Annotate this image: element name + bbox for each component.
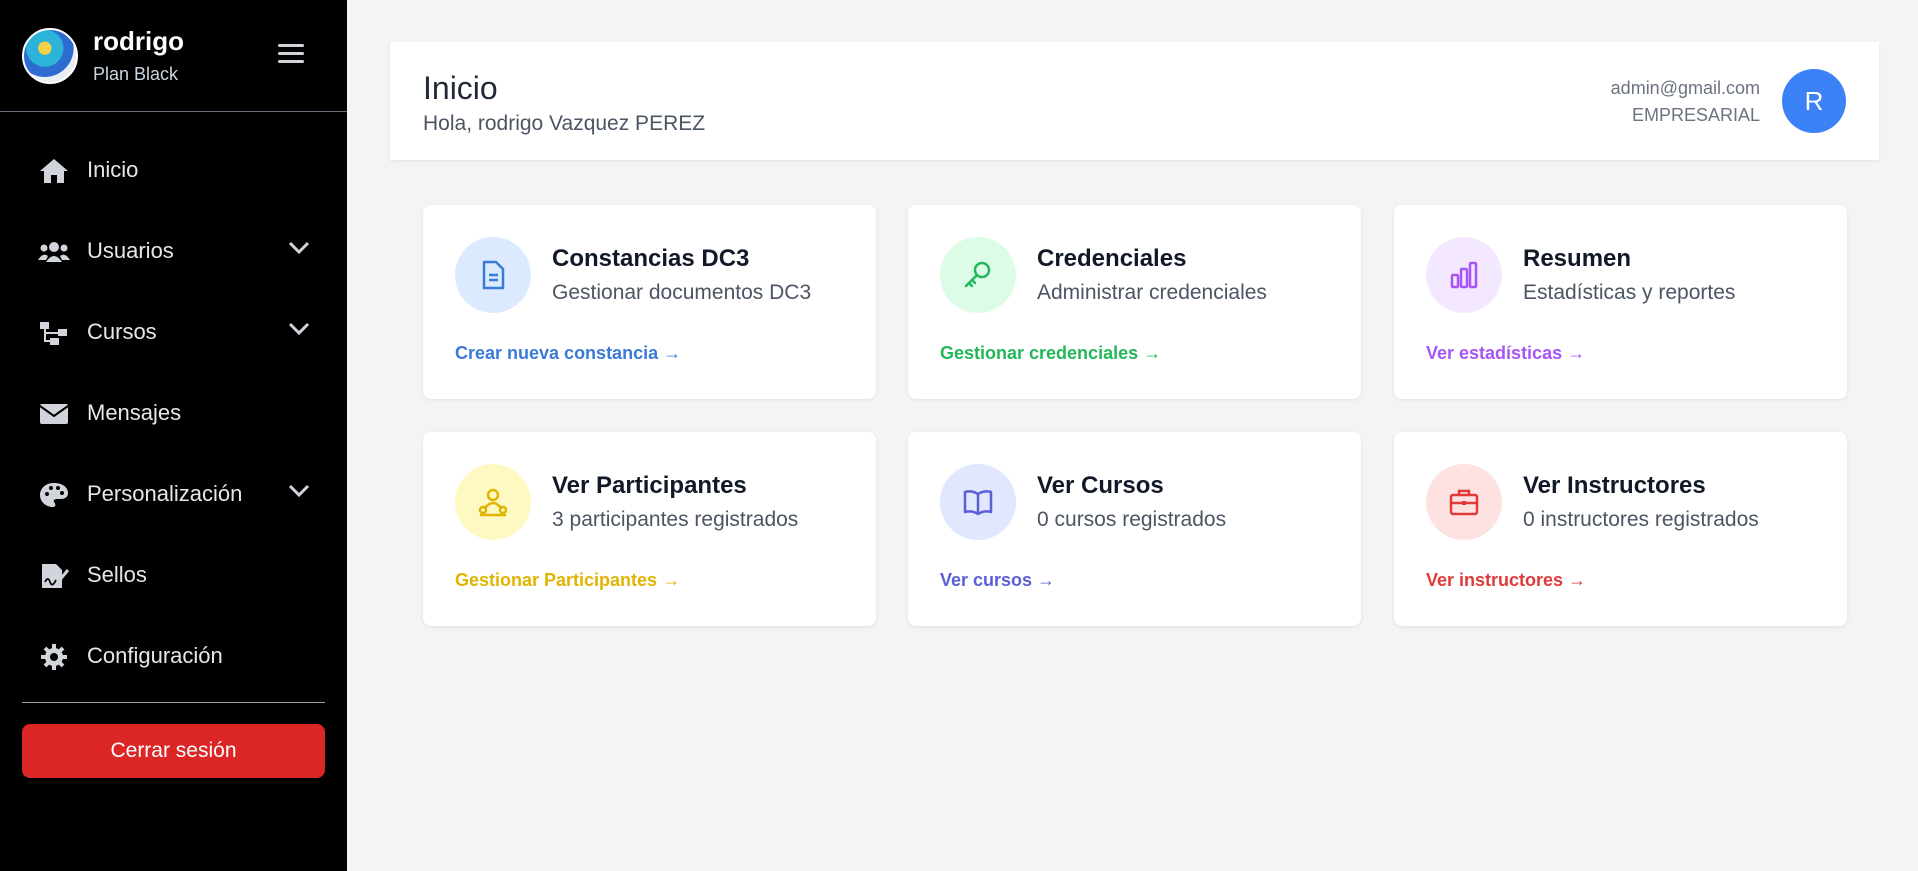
logout-button[interactable]: Cerrar sesión [22,724,325,778]
card-cursos[interactable]: Ver Cursos 0 cursos registrados Ver curs… [908,432,1361,626]
sidebar-item-label: Cursos [87,319,157,344]
card-subtitle: Gestionar documentos DC3 [552,281,812,304]
envelope-icon [39,404,69,424]
card-subtitle: 0 instructores registrados [1523,508,1759,531]
card-title: Ver Cursos [1037,472,1164,499]
sitemap-icon [40,322,67,345]
card-title: Ver Instructores [1523,472,1706,499]
sidebar-item-label: Sellos [87,562,147,587]
key-icon [964,261,991,288]
account-email: admin@gmail.com [1610,78,1760,98]
account-avatar[interactable]: R [1782,69,1846,133]
sidebar-nav: Inicio Usuarios Cursos Mensajes Personal… [0,130,347,697]
sidebar-item-personalizacion[interactable]: Personalización [0,454,347,535]
sidebar-header: rodrigo Plan Black [0,0,347,112]
card-title: Credenciales [1037,245,1187,272]
sidebar-item-inicio[interactable]: Inicio [0,130,347,211]
home-icon [40,159,68,183]
user-avatar [22,28,78,84]
sidebar-item-label: Mensajes [87,400,182,425]
card-title: Ver Participantes [552,472,747,499]
users-icon [38,242,70,262]
sidebar-item-label: Configuración [87,643,223,668]
card-icon-container [1426,237,1502,313]
card-instructores[interactable]: Ver Instructores 0 instructores registra… [1394,432,1847,626]
card-icon-container [940,237,1016,313]
chevron-down-icon [288,322,310,336]
sidebar-item-label: Inicio [87,157,139,182]
sidebar-item-cursos[interactable]: Cursos [0,292,347,373]
page-header: Inicio Hola, rodrigo Vazquez PEREZ admin… [390,42,1879,160]
gear-icon [41,644,67,670]
page-title: Inicio [423,70,498,106]
user-plan: Plan Black [93,64,179,84]
card-title: Constancias DC3 [552,245,750,272]
card-icon-container [1426,464,1502,540]
card-icon-container [455,464,531,540]
document-icon [482,260,505,290]
chevron-down-icon [288,484,310,498]
user-name: rodrigo [93,26,184,56]
card-icon-container [455,237,531,313]
card-constancias[interactable]: Constancias DC3 Gestionar documentos DC3… [423,205,876,399]
sidebar-divider [22,702,325,703]
card-participantes[interactable]: Ver Participantes 3 participantes regist… [423,432,876,626]
card-link[interactable]: Gestionar Participantes → [455,570,680,591]
account-plan: EMPRESARIAL [1631,105,1760,125]
card-subtitle: Administrar credenciales [1037,281,1267,304]
card-icon-container [940,464,1016,540]
card-link[interactable]: Gestionar credenciales → [940,343,1161,364]
sidebar-item-sellos[interactable]: Sellos [0,535,347,616]
sidebar-item-label: Usuarios [87,238,174,263]
sidebar-item-mensajes[interactable]: Mensajes [0,373,347,454]
greeting-text: Hola, rodrigo Vazquez PEREZ [423,112,706,135]
briefcase-icon [1449,489,1479,516]
card-credenciales[interactable]: Credenciales Administrar credenciales Ge… [908,205,1361,399]
card-link[interactable]: Crear nueva constancia → [455,343,681,364]
participants-icon [478,488,508,517]
menu-toggle-icon[interactable] [278,44,304,66]
card-link[interactable]: Ver cursos → [940,570,1055,591]
card-subtitle: 0 cursos registrados [1037,508,1227,531]
bar-chart-icon [1450,261,1478,289]
sidebar: rodrigo Plan Black Inicio Usuarios Curso… [0,0,347,871]
sidebar-item-label: Personalización [87,481,243,506]
chevron-down-icon [288,241,310,255]
sidebar-item-configuracion[interactable]: Configuración [0,616,347,697]
card-link[interactable]: Ver estadísticas → [1426,343,1585,364]
card-resumen[interactable]: Resumen Estadísticas y reportes Ver esta… [1394,205,1847,399]
card-subtitle: 3 participantes registrados [552,508,799,531]
palette-icon [40,483,68,507]
card-link[interactable]: Ver instructores → [1426,570,1586,591]
sidebar-item-usuarios[interactable]: Usuarios [0,211,347,292]
card-title: Resumen [1523,245,1632,272]
signature-icon [42,564,70,588]
book-icon [963,490,993,516]
card-subtitle: Estadísticas y reportes [1523,281,1736,304]
